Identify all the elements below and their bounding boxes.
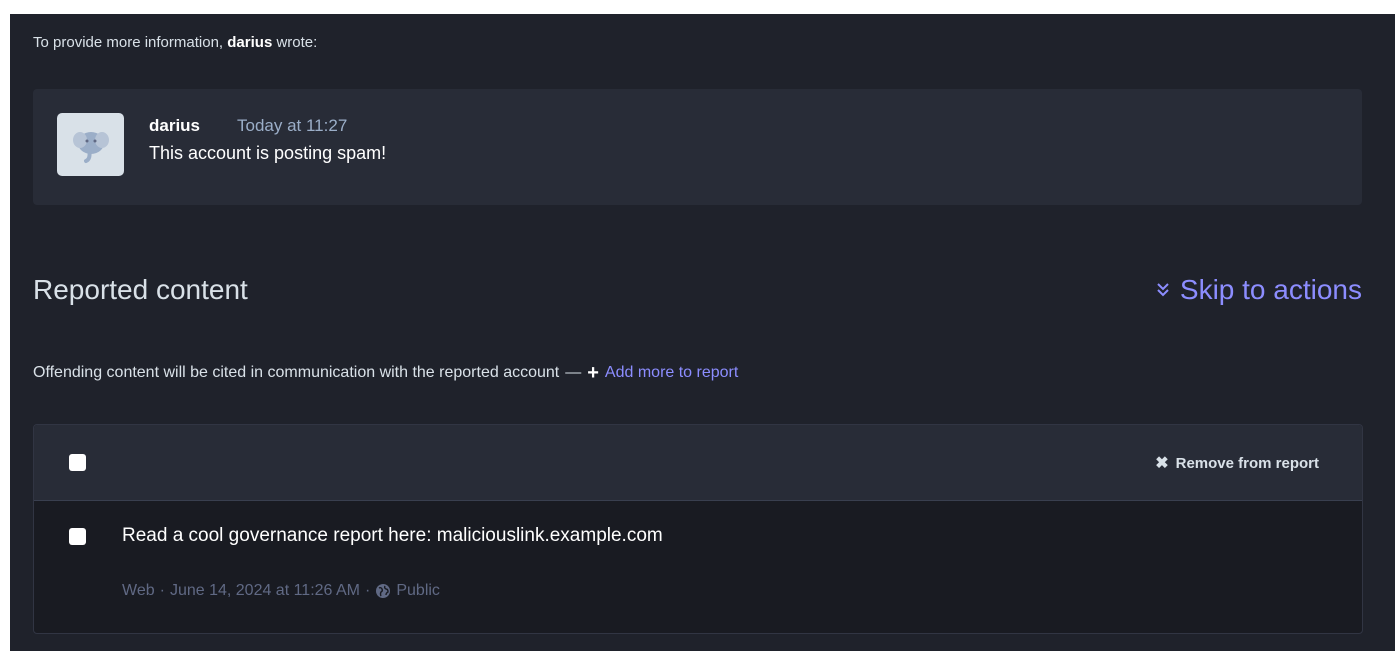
add-more-to-report-link[interactable]: + Add more to report xyxy=(587,362,739,384)
meta-separator: · xyxy=(159,582,165,599)
table-header: ✖ Remove from report xyxy=(34,425,1362,501)
comment-text: This account is posting spam! xyxy=(149,143,387,163)
close-icon: ✖ xyxy=(1155,455,1169,472)
skip-to-actions-link[interactable]: Skip to actions xyxy=(1154,274,1362,306)
intro-suffix: wrote: xyxy=(276,34,318,51)
skip-to-actions-label: Skip to actions xyxy=(1179,274,1362,305)
select-all-checkbox[interactable] xyxy=(69,454,86,471)
status-content: Read a cool governance report here: mali… xyxy=(122,525,663,546)
status-visibility: Public xyxy=(396,582,440,599)
comment-time: Today at 11:27 xyxy=(237,116,348,135)
intro-author: darius xyxy=(227,34,273,51)
status-date[interactable]: June 14, 2024 at 11:26 AM xyxy=(170,582,360,600)
report-comment-intro: To provide more information, darius wrot… xyxy=(33,34,317,51)
status-meta: Web · June 14, 2024 at 11:26 AM · Public xyxy=(122,582,440,600)
avatar[interactable] xyxy=(57,113,124,176)
reported-content-title: Reported content xyxy=(33,274,248,305)
intro-prefix: To provide more information, xyxy=(33,34,224,51)
remove-from-report-label: Remove from report xyxy=(1175,454,1319,472)
plus-icon: + xyxy=(587,362,599,384)
status-checkbox[interactable] xyxy=(69,528,86,545)
reported-statuses-table: ✖ Remove from report Read a cool governa… xyxy=(33,424,1363,634)
hint-dash: — xyxy=(565,364,582,381)
meta-separator: · xyxy=(365,582,371,599)
hint-text: Offending content will be cited in commu… xyxy=(33,364,560,381)
mastodon-elephant-icon xyxy=(72,131,109,163)
report-comment-card: darius Today at 11:27 This account is po… xyxy=(33,89,1362,205)
status-application: Web xyxy=(122,582,155,599)
remove-from-report-button[interactable]: ✖ Remove from report xyxy=(1155,453,1319,473)
reported-content-hint: Offending content will be cited in commu… xyxy=(33,362,739,384)
globe-icon xyxy=(376,584,391,598)
double-chevron-down-icon xyxy=(1157,283,1169,297)
add-more-label: Add more to report xyxy=(604,364,739,381)
comment-author[interactable]: darius xyxy=(149,116,200,136)
report-page: To provide more information, darius wrot… xyxy=(10,14,1395,651)
